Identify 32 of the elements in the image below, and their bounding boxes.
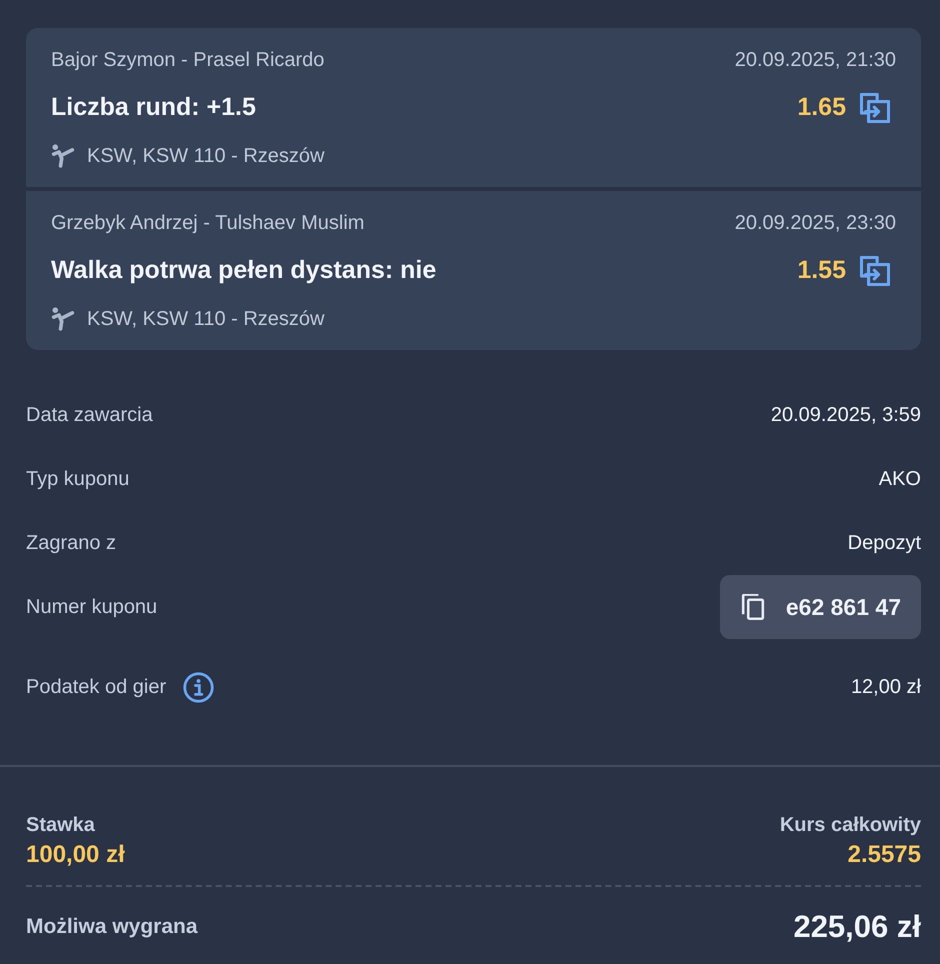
coupon-number-button[interactable]: e62 861 47: [720, 575, 921, 639]
copy-icon: [740, 594, 766, 620]
kicking-figure-icon: [51, 307, 75, 331]
match-name: Grzebyk Andrzej - Tulshaev Muslim: [51, 211, 364, 236]
detail-value: 12,00 zł: [850, 675, 921, 700]
detail-label: Typ kuponu: [26, 467, 130, 492]
kicking-figure-icon: [51, 144, 75, 168]
league-name: KSW, KSW 110 - Rzeszów: [87, 144, 324, 169]
detail-value: AKO: [878, 467, 921, 492]
match-datetime: 20.09.2025, 23:30: [734, 211, 896, 236]
league-name: KSW, KSW 110 - Rzeszów: [87, 307, 324, 332]
detail-value: Depozyt: [848, 531, 921, 556]
detail-label: Data zawarcia: [26, 403, 153, 428]
detail-label: Podatek od gier: [26, 675, 166, 700]
bet-name: Liczba rund: +1.5: [51, 92, 256, 124]
bet-name: Walka potrwa pełen dystans: nie: [51, 255, 436, 286]
possible-win-value: 225,06 zł: [793, 908, 921, 946]
detail-label: Zagrano z: [26, 531, 116, 556]
squares-arrow-icon[interactable]: [860, 256, 890, 286]
detail-value: 20.09.2025, 3:59: [770, 403, 921, 428]
possible-win-label: Możliwa wygrana: [26, 914, 198, 940]
info-icon[interactable]: [182, 670, 216, 704]
odds-value: 1.65: [797, 92, 846, 124]
odds-value: 1.55: [797, 255, 846, 286]
match-name: Bajor Szymon - Prasel Ricardo: [51, 48, 324, 73]
stake-label: Stawka: [26, 813, 96, 838]
total-odds-value: 2.5575: [848, 840, 921, 870]
squares-arrow-icon[interactable]: [860, 93, 890, 123]
match-datetime: 20.09.2025, 21:30: [734, 48, 896, 73]
detail-label: Numer kuponu: [26, 595, 158, 620]
stake-value: 100,00 zł: [26, 840, 125, 870]
total-odds-label: Kurs całkowity: [780, 813, 921, 838]
